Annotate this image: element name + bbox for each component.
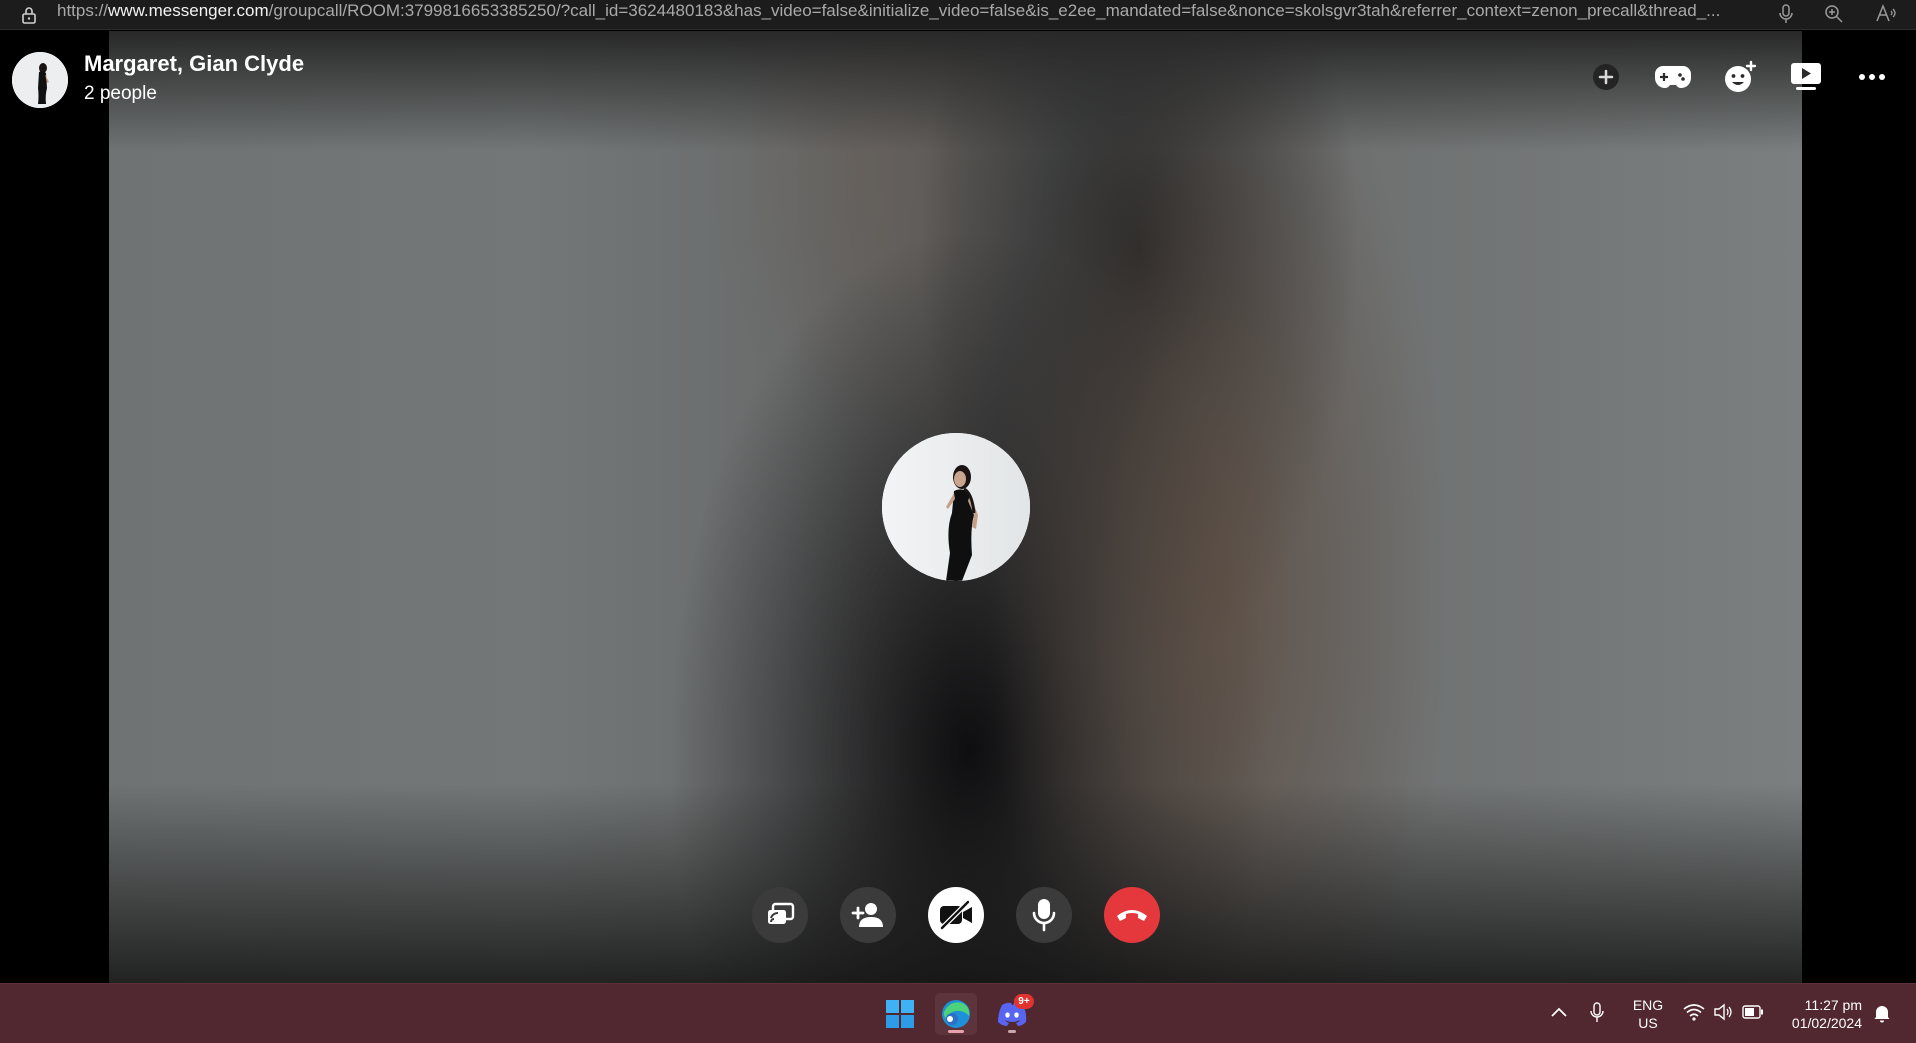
battery-icon[interactable]	[1742, 1005, 1764, 1019]
time-text: 11:27 pm	[1804, 997, 1862, 1013]
microphone-tray-icon[interactable]	[1589, 1002, 1605, 1024]
date-text: 01/02/2024	[1791, 1015, 1862, 1031]
wifi-icon[interactable]	[1683, 1003, 1705, 1021]
more-options-button[interactable]	[1850, 55, 1894, 99]
call-controls	[0, 887, 1916, 947]
participant-avatar	[882, 433, 1030, 581]
end-call-button[interactable]	[1104, 887, 1160, 943]
participant-count: 2 people	[84, 83, 157, 104]
call-title: Margaret, Gian Clyde	[84, 51, 305, 76]
games-button[interactable]	[1651, 55, 1695, 99]
more-icon	[1859, 74, 1885, 80]
chevron-up-icon[interactable]	[1550, 1006, 1568, 1018]
microphone-icon[interactable]	[1775, 3, 1797, 25]
windows-start-icon	[886, 1000, 914, 1028]
group-avatar[interactable]	[12, 52, 68, 108]
add-button[interactable]	[1584, 55, 1628, 99]
notification-badge: 9+	[1014, 994, 1034, 1009]
notification-bell-icon[interactable]	[1873, 1003, 1891, 1023]
language-indicator[interactable]: ENG US	[1630, 996, 1666, 1032]
taskbar-discord[interactable]: 9+	[991, 993, 1034, 1035]
windows-taskbar: 9+ ENG US 11:27 pm 01/02/2024	[0, 983, 1916, 1043]
add-person-icon	[851, 903, 883, 927]
effects-icon	[1725, 60, 1757, 92]
participant-photo	[882, 433, 1030, 581]
add-people-button[interactable]	[840, 887, 896, 943]
taskbar-edge[interactable]	[935, 993, 977, 1035]
clock[interactable]: 11:27 pm 01/02/2024	[1780, 996, 1862, 1032]
hang-up-icon	[1117, 910, 1147, 921]
call-header: Margaret, Gian Clyde 2 people	[0, 31, 1916, 121]
read-aloud-icon[interactable]	[1875, 3, 1897, 25]
microphone-button[interactable]	[1016, 887, 1072, 943]
microphone-icon	[1032, 899, 1056, 932]
gamepad-icon	[1655, 66, 1691, 88]
share-screen-button[interactable]	[752, 887, 808, 943]
region-code: US	[1638, 1015, 1658, 1031]
call-stage: Margaret, Gian Clyde 2 people	[0, 31, 1916, 983]
url-domain: www.messenger.com	[108, 1, 269, 20]
url-path: /groupcall/ROOM:3799816653385250/?call_i…	[268, 1, 1721, 20]
camera-toggle-button[interactable]	[928, 887, 984, 943]
active-app-indicator	[948, 1030, 964, 1033]
address-bar[interactable]: https://www.messenger.com/groupcall/ROOM…	[0, 0, 1916, 30]
volume-icon[interactable]	[1713, 1003, 1733, 1021]
edge-icon	[942, 1000, 970, 1028]
watch-together-button[interactable]	[1784, 55, 1828, 99]
effects-button[interactable]	[1718, 55, 1762, 99]
lock-icon[interactable]	[19, 5, 39, 25]
add-icon	[1593, 64, 1619, 90]
watch-together-icon	[1791, 63, 1821, 90]
video-bottom-shade	[109, 783, 1802, 983]
url-prefix: https://	[57, 1, 109, 20]
zoom-icon[interactable]	[1823, 3, 1845, 25]
camera-off-icon	[940, 900, 972, 930]
url-text[interactable]: https://www.messenger.com/groupcall/ROOM…	[57, 0, 1762, 30]
language-code: ENG	[1632, 997, 1664, 1013]
person-photo	[12, 52, 68, 108]
share-screen-icon	[768, 902, 795, 924]
running-app-indicator	[1008, 1030, 1016, 1033]
start-button[interactable]	[879, 993, 921, 1035]
